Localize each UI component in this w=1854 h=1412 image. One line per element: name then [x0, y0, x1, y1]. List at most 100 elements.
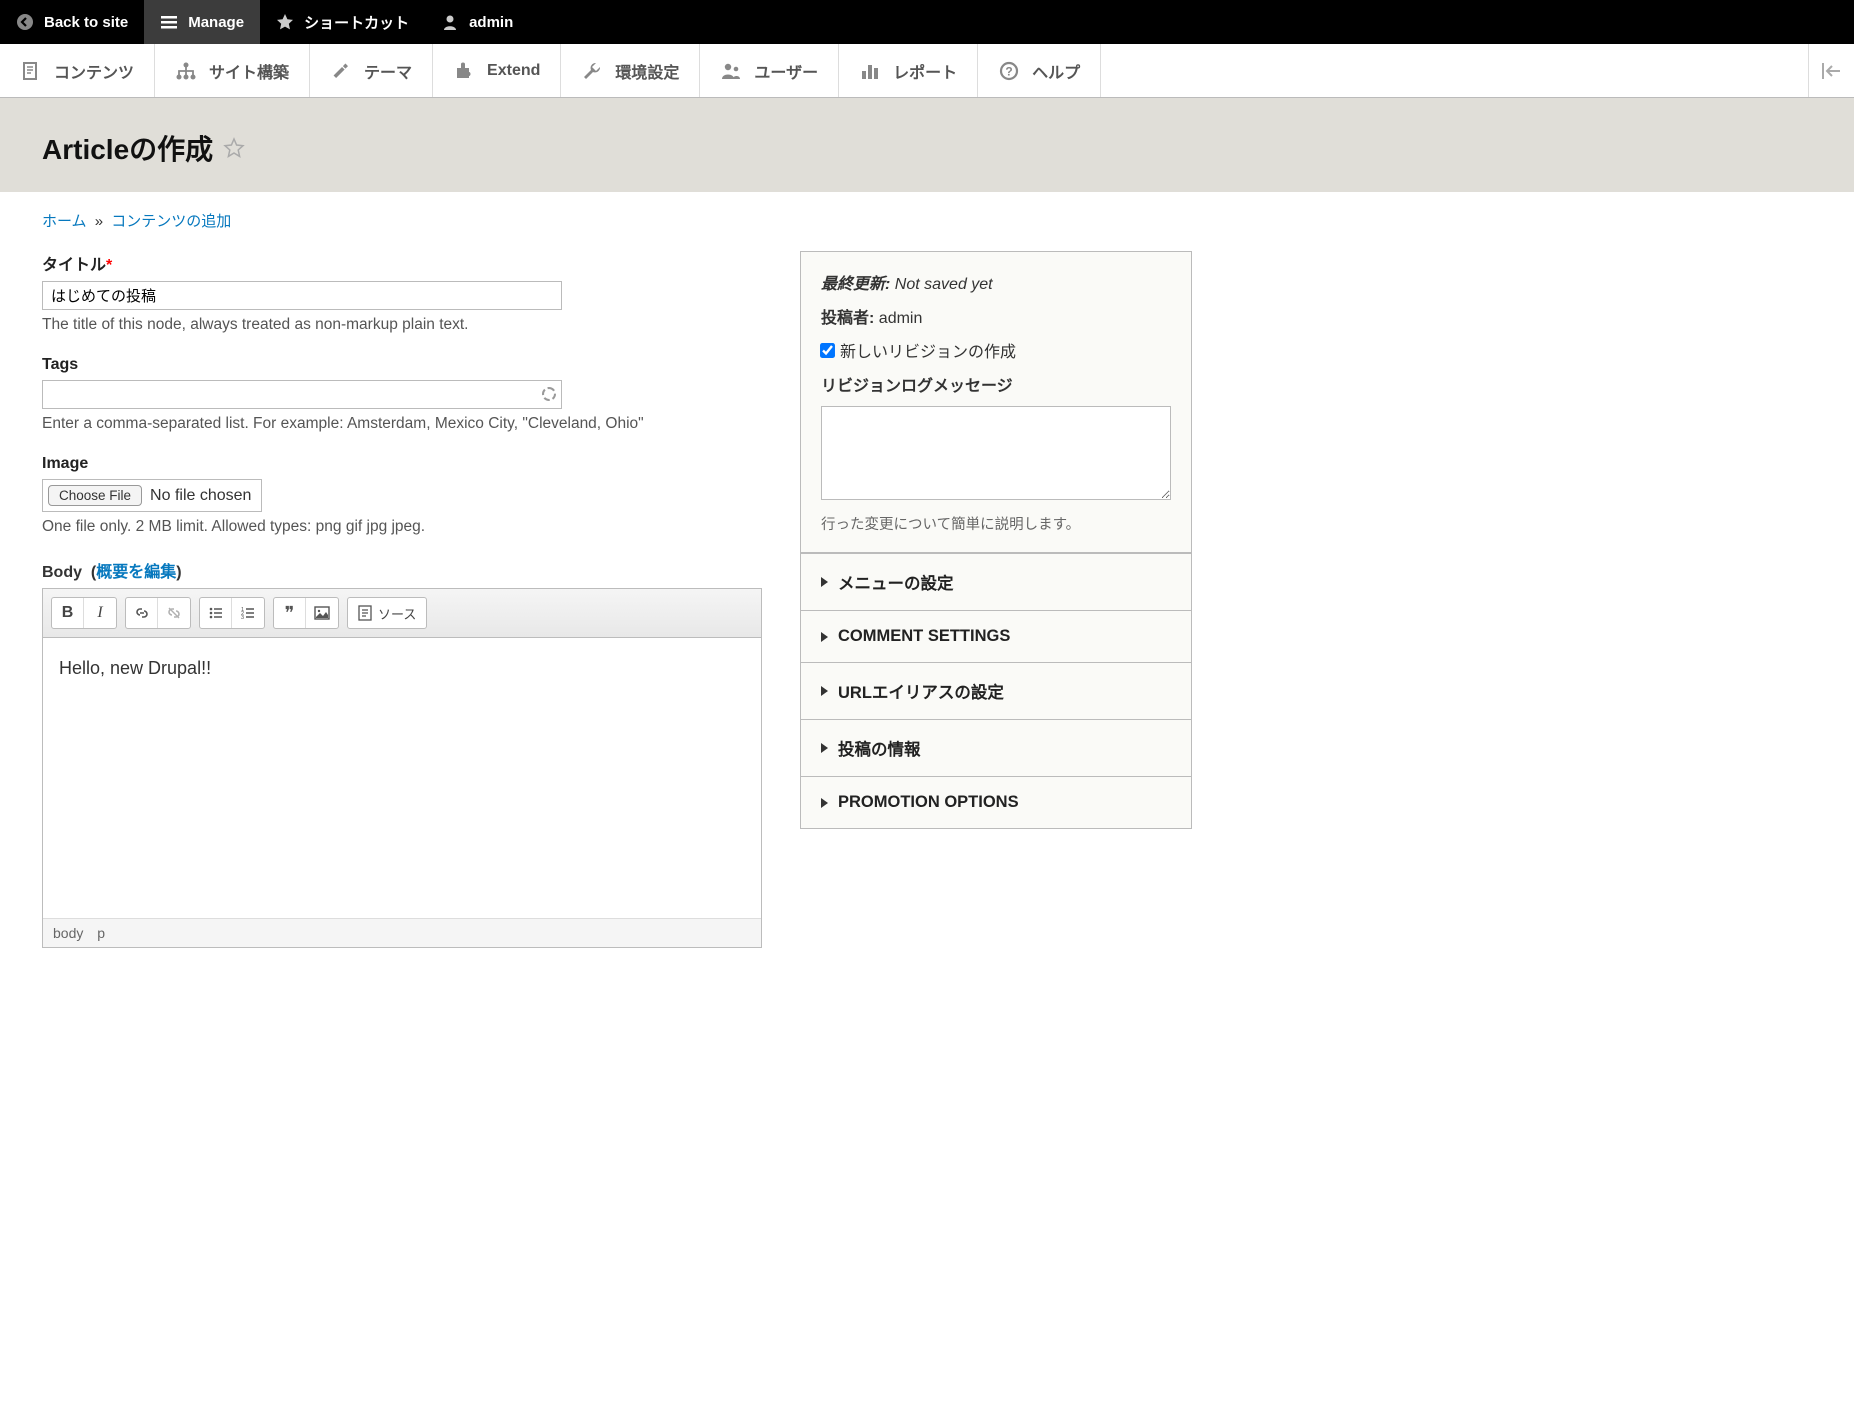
back-label: Back to site [44, 14, 128, 31]
sidebar: 最終更新: Not saved yet 投稿者: admin 新しいリビジョンの… [800, 251, 1192, 829]
admin-topbar: Back to site Manage ショートカット admin [0, 0, 1854, 44]
collapse-toolbar-button[interactable] [1808, 44, 1854, 97]
blockquote-button[interactable]: ❞ [274, 598, 306, 628]
new-revision-checkbox-label[interactable]: 新しいリビジョンの作成 [821, 338, 1171, 362]
hamburger-icon [160, 13, 178, 31]
page-title: Articleの作成 [42, 128, 1812, 168]
manage-tab[interactable]: Manage [144, 0, 260, 44]
user-tab[interactable]: admin [425, 0, 529, 44]
new-revision-row: 新しいリビジョンの作成 [821, 338, 1171, 362]
nav-reports[interactable]: レポート [839, 44, 978, 97]
ul-icon [208, 605, 224, 621]
extend-icon [453, 60, 475, 82]
image-label: Image [42, 455, 762, 473]
nav-help[interactable]: ? ヘルプ [978, 44, 1101, 97]
path-body[interactable]: body [53, 925, 83, 941]
editor-elements-path: body p [43, 918, 761, 947]
section-comment[interactable]: COMMENT SETTINGS [801, 610, 1191, 662]
revision-info-box: 最終更新: Not saved yet 投稿者: admin 新しいリビジョンの… [800, 251, 1192, 553]
nav-people[interactable]: ユーザー [700, 44, 839, 97]
admin-navbar: コンテンツ サイト構築 テーマ Extend 環境設定 ユーザー レポート ? … [0, 44, 1854, 98]
body-label: Body (概要を編集) [42, 558, 762, 582]
title-input[interactable] [42, 281, 562, 310]
people-icon [720, 60, 742, 82]
breadcrumb-sep: » [95, 213, 103, 230]
unlink-button[interactable] [158, 598, 190, 628]
source-icon [358, 605, 372, 621]
shortcuts-tab[interactable]: ショートカット [260, 0, 425, 44]
revision-help-text: 行った変更について簡単に説明します。 [821, 513, 1171, 534]
admin-label: admin [469, 14, 513, 31]
revision-log-label: リビジョンログメッセージ [821, 372, 1171, 396]
file-status-text: No file chosen [150, 487, 251, 505]
title-desc: The title of this node, always treated a… [42, 316, 762, 334]
caret-icon [821, 743, 828, 753]
title-label: タイトル* [42, 251, 762, 275]
italic-button[interactable]: I [84, 598, 116, 628]
caret-icon [821, 577, 828, 587]
source-button[interactable]: ソース [348, 598, 426, 628]
nav-extend[interactable]: Extend [433, 44, 561, 97]
breadcrumb-home[interactable]: ホーム [42, 213, 87, 230]
ol-icon: 123 [240, 605, 256, 621]
tags-label: Tags [42, 356, 762, 374]
tags-desc: Enter a comma-separated list. For exampl… [42, 415, 762, 433]
content-icon [20, 60, 42, 82]
breadcrumb-add[interactable]: コンテンツの追加 [111, 213, 231, 230]
appearance-icon [330, 60, 352, 82]
file-input-wrapper: Choose File No file chosen [42, 479, 262, 512]
svg-text:?: ? [1005, 64, 1012, 78]
image-icon [314, 605, 330, 621]
user-icon [441, 13, 459, 31]
caret-icon [821, 632, 828, 642]
title-field: タイトル* The title of this node, always tre… [42, 251, 762, 334]
rich-text-editor: B I 123 ❞ [42, 588, 762, 948]
wrench-icon [581, 60, 603, 82]
author-row: 投稿者: admin [821, 304, 1171, 328]
unlink-icon [166, 605, 182, 621]
caret-icon [821, 686, 828, 696]
breadcrumb: ホーム » コンテンツの追加 [0, 192, 1854, 243]
shortcuts-label: ショートカット [304, 12, 409, 33]
numbered-list-button[interactable]: 123 [232, 598, 264, 628]
nav-structure[interactable]: サイト構築 [155, 44, 310, 97]
structure-icon [175, 60, 197, 82]
revision-log-textarea[interactable] [821, 406, 1171, 500]
section-promotion[interactable]: PROMOTION OPTIONS [801, 776, 1191, 828]
main-form: タイトル* The title of this node, always tre… [42, 251, 762, 970]
link-icon [134, 605, 150, 621]
section-url-alias[interactable]: URLエイリアスの設定 [801, 662, 1191, 719]
bold-button[interactable]: B [52, 598, 84, 628]
nav-config[interactable]: 環境設定 [561, 44, 700, 97]
tags-input[interactable] [42, 380, 562, 409]
image-button[interactable] [306, 598, 338, 628]
back-to-site-link[interactable]: Back to site [0, 0, 144, 44]
autocomplete-spinner-icon [542, 387, 556, 401]
image-desc: One file only. 2 MB limit. Allowed types… [42, 518, 762, 536]
back-arrow-icon [16, 13, 34, 31]
sidebar-accordion: メニューの設定 COMMENT SETTINGS URLエイリアスの設定 投稿の… [800, 553, 1192, 829]
choose-file-button[interactable]: Choose File [48, 485, 142, 506]
edit-summary-link[interactable]: 概要を編集 [96, 564, 176, 581]
editor-toolbar: B I 123 ❞ [43, 589, 761, 638]
new-revision-checkbox[interactable] [820, 343, 835, 358]
bullet-list-button[interactable] [200, 598, 232, 628]
editor-body[interactable]: Hello, new Drupal!! [43, 638, 761, 918]
section-menu[interactable]: メニューの設定 [801, 553, 1191, 610]
path-p[interactable]: p [97, 925, 105, 941]
caret-icon [821, 798, 828, 808]
star-icon [276, 13, 294, 31]
link-button[interactable] [126, 598, 158, 628]
last-saved-row: 最終更新: Not saved yet [821, 270, 1171, 294]
page-titlebar: Articleの作成 [0, 98, 1854, 192]
nav-appearance[interactable]: テーマ [310, 44, 433, 97]
collapse-icon [1822, 63, 1842, 79]
tags-field: Tags Enter a comma-separated list. For e… [42, 356, 762, 433]
image-field: Image Choose File No file chosen One fil… [42, 455, 762, 536]
nav-content[interactable]: コンテンツ [0, 44, 155, 97]
body-field: Body (概要を編集) B I 123 [42, 558, 762, 948]
favorite-star-icon[interactable] [223, 137, 245, 159]
section-authoring[interactable]: 投稿の情報 [801, 719, 1191, 776]
help-icon: ? [998, 60, 1020, 82]
manage-label: Manage [188, 14, 244, 31]
